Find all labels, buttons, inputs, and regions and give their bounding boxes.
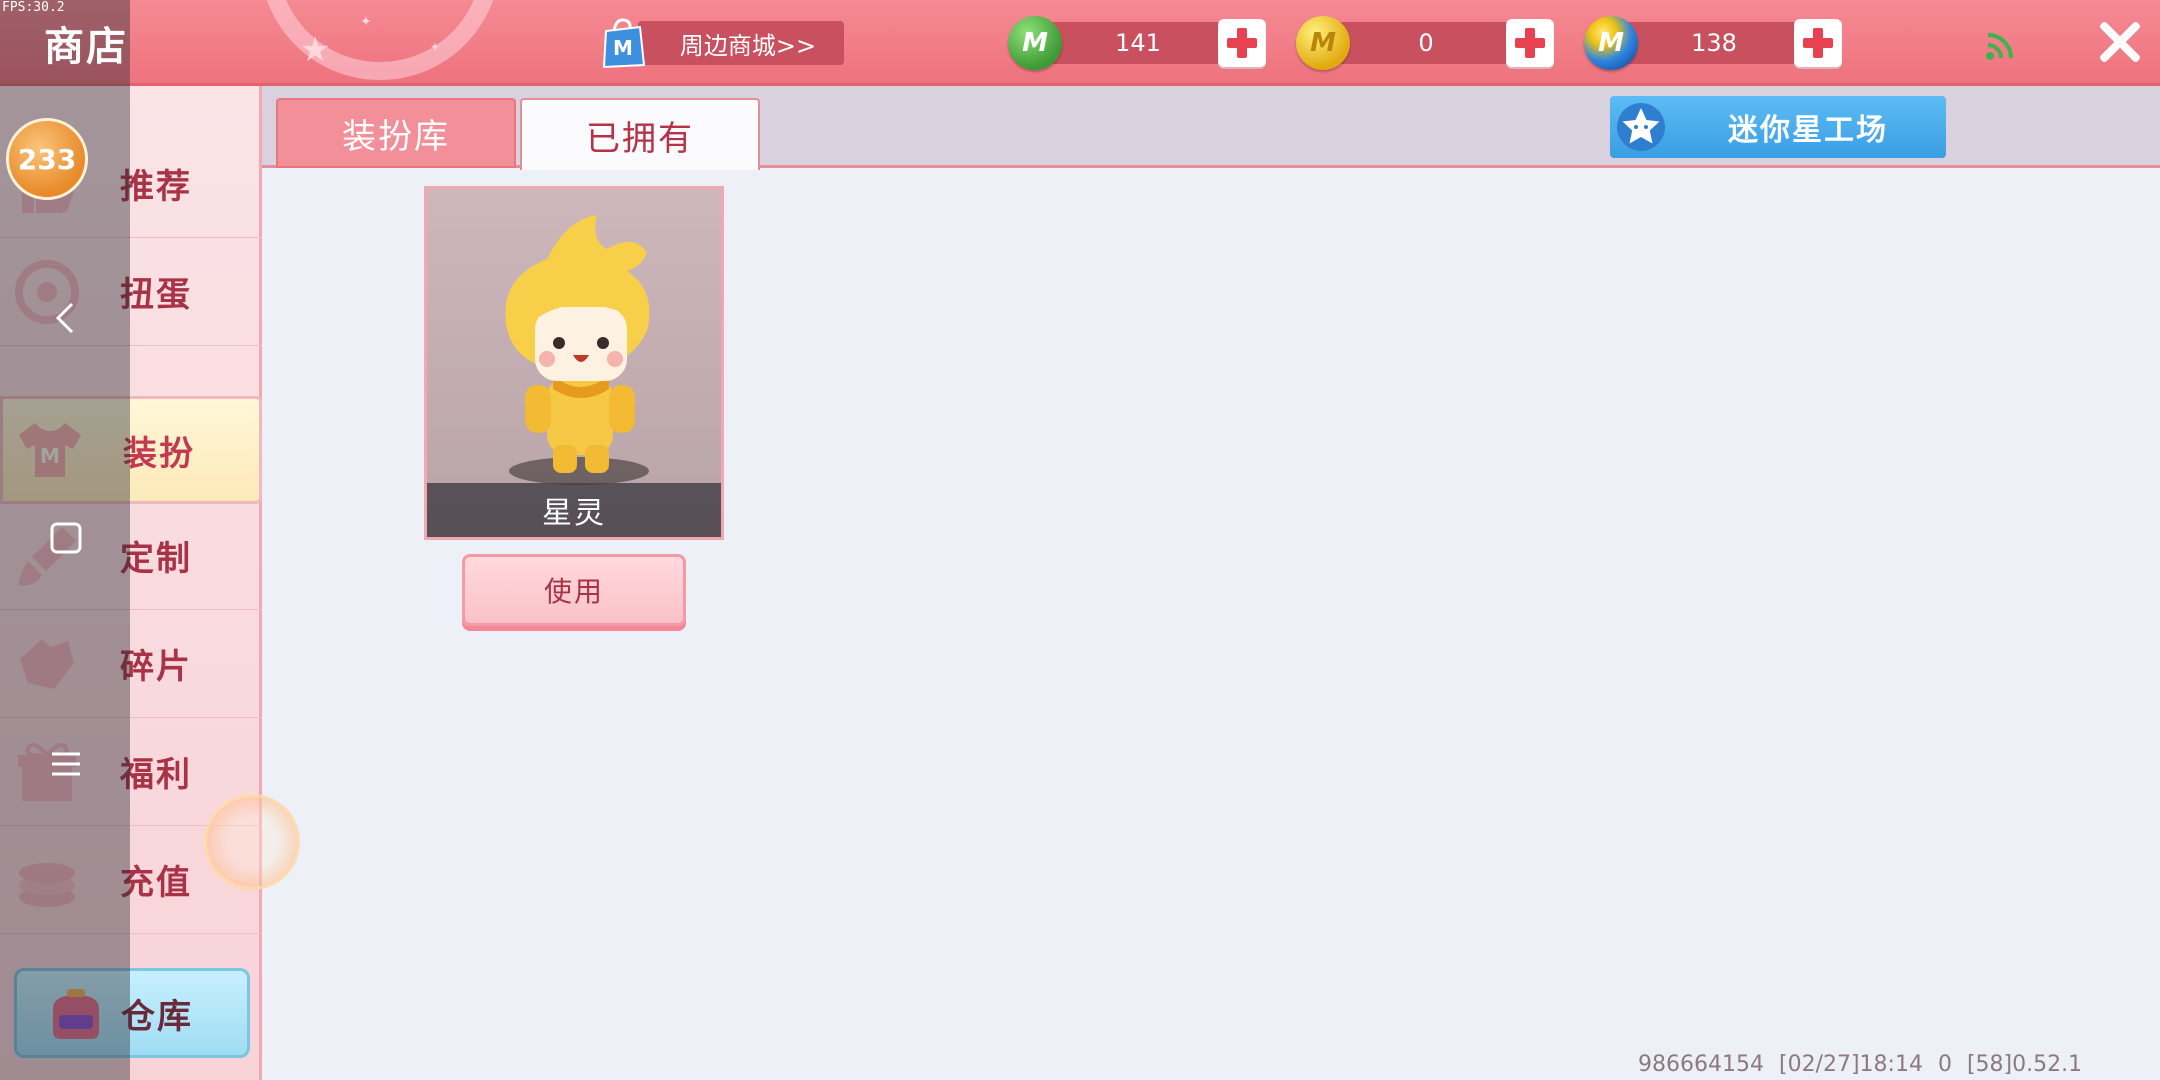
server-time: [02/27]18:14 0 (1778, 1052, 1952, 1077)
shopping-bag-icon: M (602, 18, 646, 69)
mini-point-amount: 138 (1622, 22, 1806, 64)
mini-bean-coin-icon: M (1008, 16, 1062, 70)
menu-icon[interactable] (44, 742, 88, 786)
star-badge-icon (1610, 96, 1672, 158)
main-panel: 装扮库 已拥有 迷你星工场 星灵 使用 (262, 86, 2160, 1080)
warehouse-label: 仓库 (121, 996, 193, 1037)
sparkle-icon: ✦ (360, 14, 372, 30)
mini-bean-amount: 141 (1046, 22, 1230, 64)
add-mini-coin-button[interactable] (1506, 19, 1554, 67)
mini-point-coin-icon: M (1584, 16, 1638, 70)
svg-text:M: M (613, 36, 633, 60)
home-icon[interactable] (44, 516, 88, 560)
currency-mini-coin: M 0 (1296, 14, 1554, 72)
outfit-card[interactable]: 星灵 (424, 186, 724, 540)
back-icon[interactable] (44, 296, 88, 340)
network-signal-icon (1986, 33, 2013, 60)
outfit-name: 星灵 (427, 483, 721, 537)
currency-mini-bean: M 141 (1008, 14, 1266, 72)
page-title: 商店 (44, 24, 128, 70)
close-icon[interactable] (2092, 14, 2148, 70)
user-id: 986664154 (1638, 1052, 1764, 1077)
mini-workshop-button[interactable]: 迷你星工场 (1610, 96, 1946, 158)
add-mini-bean-button[interactable] (1218, 19, 1266, 67)
decorative-arc (260, 0, 500, 80)
tab-bar: 装扮库 已拥有 迷你星工场 (262, 86, 2160, 170)
tab-outfit-library[interactable]: 装扮库 (276, 98, 516, 168)
add-mini-point-button[interactable] (1794, 19, 1842, 67)
sidebar-item-label: 充值 (120, 863, 192, 903)
mini-coin-amount: 0 (1334, 22, 1518, 64)
star-decoration-icon: ★ (300, 30, 331, 70)
merch-store-button[interactable]: M 周边商城>> (598, 16, 844, 69)
mini-coin-icon: M (1296, 16, 1350, 70)
sidebar-item-label: 碎片 (120, 647, 192, 687)
use-outfit-button[interactable]: 使用 (462, 554, 686, 626)
sidebar-item-label: 福利 (120, 755, 192, 795)
currency-mini-point: M 138 (1584, 14, 1842, 72)
star-spirit-character-image (505, 215, 650, 485)
floating-assistant-ball[interactable] (204, 794, 300, 890)
233-badge[interactable]: 233 (6, 118, 88, 200)
mini-workshop-label: 迷你星工场 (1728, 113, 1888, 148)
sidebar-item-label: 装扮 (123, 433, 195, 474)
top-bar: ★ ✦ ✦ 商店 M 周边商城>> M 141 M 0 M 138 (0, 0, 2160, 86)
sparkle-icon: ✦ (430, 40, 441, 54)
merch-store-label: 周边商城>> (638, 21, 844, 65)
sidebar-item-label: 定制 (120, 539, 192, 579)
sidebar-item-label: 扭蛋 (120, 275, 192, 315)
fps-counter: FPS:30.2 (2, 0, 65, 15)
tab-owned[interactable]: 已拥有 (520, 98, 760, 170)
sidebar-item-label: 推荐 (120, 167, 192, 207)
client-info: 986664154 [02/27]18:14 0 [58]0.52.1 (1638, 1052, 2082, 1077)
client-version: [58]0.52.1 (1966, 1052, 2083, 1077)
